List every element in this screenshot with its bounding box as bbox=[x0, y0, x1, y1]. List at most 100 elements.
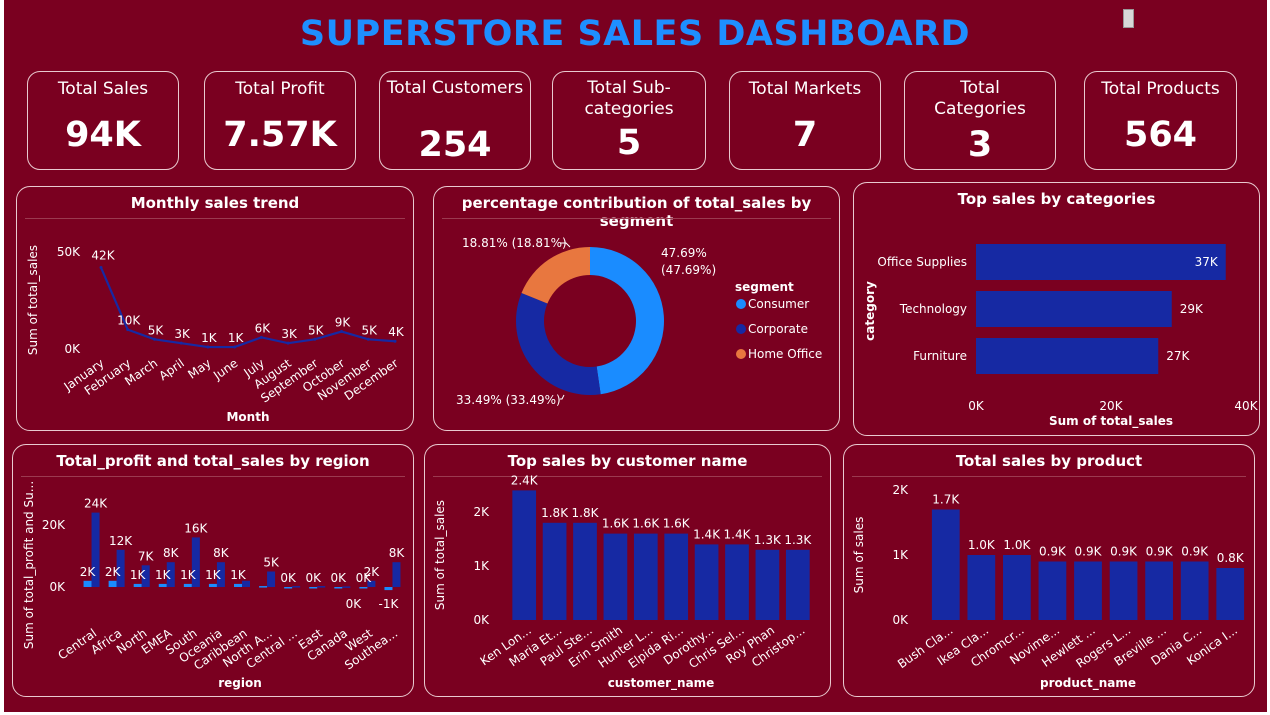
bar bbox=[542, 522, 567, 620]
data-label: 1K bbox=[155, 568, 172, 582]
data-label: 9K bbox=[335, 316, 352, 330]
bar bbox=[755, 549, 780, 620]
kpi-label: Total Sub-categories bbox=[584, 78, 674, 119]
kpi-value: 7 bbox=[792, 115, 818, 155]
kpi-label: Total Profit bbox=[235, 79, 325, 99]
data-point bbox=[233, 345, 237, 349]
panel-monthly-sales-trend[interactable]: Monthly sales trend 50K 0K Sum of total_sa… bbox=[16, 186, 414, 431]
data-label: 0.9K bbox=[1146, 545, 1174, 559]
bar bbox=[664, 533, 689, 620]
kpi-total-sales[interactable]: Total Sales 94K bbox=[27, 71, 179, 170]
kpi-value: 3 bbox=[967, 125, 993, 165]
y-tick-label: 0K bbox=[473, 613, 490, 627]
kpi-total-products[interactable]: Total Products 564 bbox=[1084, 71, 1237, 170]
scroll-handle[interactable] bbox=[1123, 9, 1134, 28]
profit-bar bbox=[309, 587, 318, 589]
data-label: 5K bbox=[148, 323, 165, 337]
data-point bbox=[286, 341, 290, 345]
y-tick-label: Furniture bbox=[913, 349, 967, 363]
kpi-label: Total Customers bbox=[386, 78, 524, 98]
kpi-total-profit[interactable]: Total Profit 7.57K bbox=[204, 71, 356, 170]
legend-marker bbox=[736, 324, 746, 334]
data-label: -1K bbox=[379, 597, 400, 611]
data-label: 7K bbox=[138, 549, 155, 563]
data-label: 1.6K bbox=[663, 517, 691, 531]
kpi-total-markets[interactable]: Total Markets 7 bbox=[729, 71, 881, 170]
data-label: 10K bbox=[117, 314, 141, 328]
data-label: 0.9K bbox=[1110, 545, 1138, 559]
kpi-total-subcategories[interactable]: Total Sub-categories 5 bbox=[552, 71, 706, 170]
categories-bar-chart: Office Supplies 37K Technology 29K Furniture… bbox=[863, 244, 1259, 429]
data-label: 2K bbox=[105, 565, 122, 579]
profit-bar bbox=[183, 583, 192, 587]
data-label: 37K bbox=[1195, 255, 1219, 269]
panel-top-customers[interactable]: Top sales by customer name 2K 1K 0K Sum of … bbox=[424, 444, 831, 697]
x-tick-label: 40K bbox=[1234, 399, 1258, 413]
data-point bbox=[393, 339, 397, 343]
data-label: 1.4K bbox=[724, 527, 752, 541]
profit-bar bbox=[133, 583, 142, 587]
panel-region[interactable]: Total_profit and total_sales by region 2… bbox=[12, 444, 414, 697]
legend-entry: Home Office bbox=[748, 347, 822, 361]
data-label: 8K bbox=[213, 546, 230, 560]
donut-slice bbox=[516, 292, 601, 395]
kpi-label: Total Markets bbox=[748, 79, 862, 99]
bar bbox=[694, 544, 719, 620]
profit-bar bbox=[359, 587, 368, 589]
data-label: 5K bbox=[263, 556, 280, 570]
kpi-label: Total Categories bbox=[934, 78, 1026, 119]
data-label: 1K bbox=[130, 568, 147, 582]
data-label: 1.0K bbox=[1003, 538, 1031, 552]
legend-title: segment bbox=[735, 280, 794, 294]
kpi-value: 7.57K bbox=[223, 115, 337, 155]
y-tick-label: 1K bbox=[473, 559, 490, 573]
slice-label: (47.69%) bbox=[661, 263, 716, 277]
x-axis-label: Sum of total_sales bbox=[1049, 414, 1173, 429]
data-label: 12K bbox=[109, 534, 133, 548]
data-label: 1K bbox=[180, 568, 197, 582]
bar bbox=[633, 533, 658, 620]
y-tick-label: 2K bbox=[892, 483, 909, 497]
kpi-total-categories[interactable]: Total Categories 3 bbox=[904, 71, 1056, 170]
donut-slice bbox=[590, 247, 664, 395]
y-axis-label: category bbox=[863, 281, 877, 341]
panel-total-sales-by-product[interactable]: Total sales by product 2K 1K 0K Sum of sale… bbox=[843, 444, 1255, 697]
profit-bar bbox=[208, 583, 217, 587]
y-tick-label: Office Supplies bbox=[877, 255, 967, 269]
bar bbox=[931, 509, 960, 620]
data-point bbox=[259, 335, 263, 339]
kpi-label: Total Products bbox=[1101, 79, 1220, 99]
panel-segment-contribution[interactable]: percentage contribution of total_sales b… bbox=[433, 186, 840, 431]
y-tick-label: 0K bbox=[64, 342, 81, 356]
slice-label: 33.49% (33.49%) bbox=[456, 393, 561, 407]
kpi-value: 94K bbox=[65, 115, 141, 155]
dashboard-canvas: SUPERSTORE SALES DASHBOARD Total Sales 9… bbox=[0, 0, 1270, 715]
x-tick-label: April bbox=[156, 356, 187, 383]
sales-bar bbox=[392, 562, 401, 587]
sales-bar bbox=[292, 586, 301, 588]
monthly-line-chart: 50K0KSum of total_salesMonth42KJanuary10… bbox=[26, 245, 405, 424]
bar bbox=[512, 490, 537, 620]
data-label: 0.9K bbox=[1181, 545, 1209, 559]
category-bar bbox=[976, 244, 1226, 280]
data-point bbox=[152, 337, 156, 341]
panel-top-categories[interactable]: Top sales by categories Office Supplies 3… bbox=[853, 182, 1260, 436]
sales-trend-line bbox=[99, 267, 396, 349]
y-axis-label: Sum of sales bbox=[852, 517, 866, 594]
data-point bbox=[313, 337, 317, 341]
kpi-total-customers[interactable]: Total Customers 254 bbox=[379, 71, 531, 170]
legend-marker bbox=[736, 299, 746, 309]
left-edge bbox=[0, 0, 4, 715]
data-label: 8K bbox=[163, 546, 180, 560]
y-tick-label: 0K bbox=[49, 580, 66, 594]
data-label: 1K bbox=[205, 568, 222, 582]
data-point bbox=[340, 330, 344, 334]
data-label: 0K bbox=[280, 571, 297, 585]
y-tick-label: 1K bbox=[892, 548, 909, 562]
bar bbox=[725, 544, 749, 620]
data-label: 1.4K bbox=[693, 527, 721, 541]
y-tick-label: 0K bbox=[892, 613, 909, 627]
region-bar-chart: 20K 0K Sum of total_profit and Su... region… bbox=[22, 481, 405, 690]
y-axis-label: Sum of total_sales bbox=[26, 245, 40, 355]
kpi-value: 5 bbox=[616, 123, 642, 163]
